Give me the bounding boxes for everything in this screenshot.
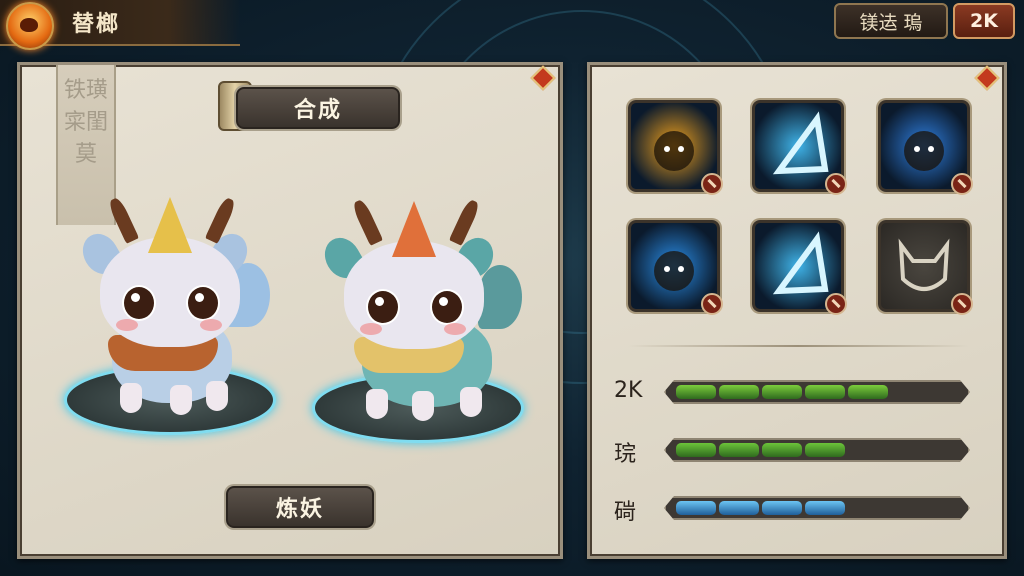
skill-badge-icon (951, 293, 973, 315)
stat-bar-segment (805, 385, 845, 399)
creature-leg (366, 389, 388, 419)
skill-slot[interactable] (628, 220, 723, 315)
creature-blush (360, 323, 382, 335)
stat-bar-segment (762, 443, 802, 457)
skill-badge-icon (701, 293, 723, 315)
creature-leg (460, 387, 482, 417)
stat-bar-segment (762, 501, 802, 515)
creature-head (100, 237, 240, 347)
stat-bar-segment (719, 443, 759, 457)
stat-label: 2K (614, 378, 643, 403)
skill-badge-icon (701, 173, 723, 195)
level-badge-button[interactable]: 2K (953, 3, 1015, 39)
skill-slot[interactable] (878, 220, 973, 315)
creature-leg (170, 385, 192, 415)
skill-badge-icon (825, 173, 847, 195)
stat-label: 琓 (614, 442, 637, 467)
creature-leg (412, 391, 434, 421)
skill-slot[interactable] (628, 100, 723, 195)
creature-horn (106, 196, 140, 244)
creature-eye (186, 285, 220, 321)
creature-blush (444, 323, 466, 335)
skill-slot[interactable] (878, 100, 973, 195)
creature-eye (122, 285, 156, 321)
skill-badge-icon (951, 173, 973, 195)
stat-bar-segment (848, 385, 888, 399)
stat-bar (664, 380, 970, 404)
creature-leg (120, 383, 142, 413)
fire-beast-logo-icon (6, 2, 54, 50)
stat-bar-segment (805, 443, 845, 457)
corner-gem-icon (974, 65, 1000, 91)
stat-bar-segment (719, 385, 759, 399)
creature-panel: 铁璜寀閨莫 合成 炼妖 (17, 62, 563, 559)
creature-crest (148, 197, 192, 253)
creature-blue[interactable] (75, 193, 272, 423)
stat-bar-segment (676, 501, 716, 515)
skill-slot[interactable] (752, 100, 847, 195)
skill-slot[interactable] (752, 220, 847, 315)
creature-crest (392, 201, 436, 257)
banner-text: 铁璜寀閨莫 (64, 78, 109, 167)
creature-tail (478, 265, 522, 329)
top-action-button[interactable]: 镁迲 瑦 (834, 3, 948, 39)
stat-bar-segment (676, 443, 716, 457)
creature-horn (350, 198, 384, 246)
stat-bar-segment (676, 385, 716, 399)
stat-label: 碋 (614, 500, 637, 525)
refine-button[interactable]: 炼妖 (226, 486, 374, 528)
stat-bar-segment (762, 385, 802, 399)
page-title: 替榔 (72, 12, 121, 37)
creature-eye (366, 289, 400, 325)
creature-eye (430, 289, 464, 325)
skill-badge-icon (825, 293, 847, 315)
corner-gem-icon (530, 65, 556, 91)
creature-teal[interactable] (317, 193, 526, 423)
stat-bar-segment (719, 501, 759, 515)
stat-bar-segment (805, 501, 845, 515)
compose-button[interactable]: 合成 (236, 87, 400, 129)
creature-blush (200, 319, 222, 331)
stat-bar (664, 496, 970, 520)
stat-bar (664, 438, 970, 462)
top-bar: 替榔 (0, 0, 240, 50)
creature-leg (206, 381, 228, 411)
creature-blush (116, 319, 138, 331)
section-divider (628, 345, 968, 347)
